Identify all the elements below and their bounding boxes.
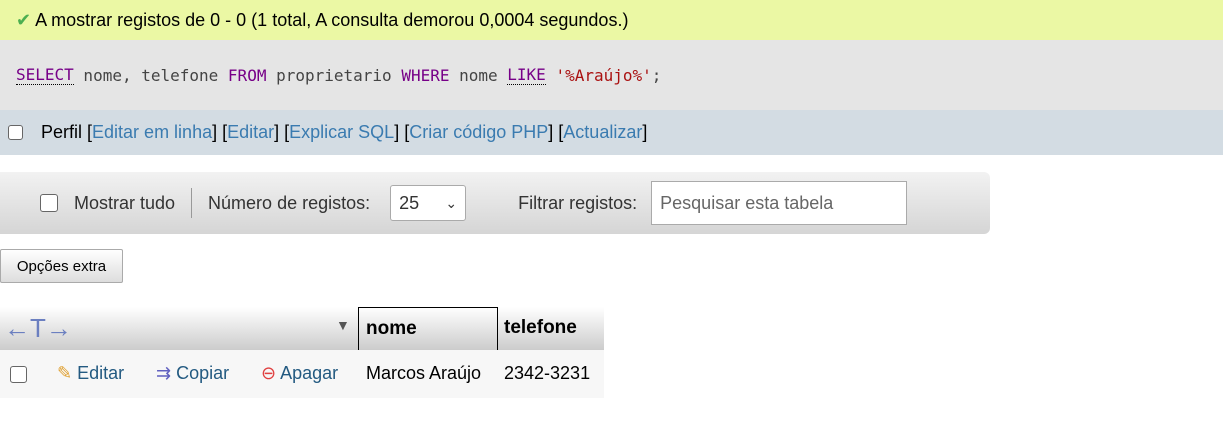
filter-placeholder: Pesquisar esta tabela bbox=[660, 192, 834, 213]
sql-keyword[interactable]: LIKE bbox=[507, 65, 546, 85]
sql-keyword: FROM bbox=[227, 65, 267, 85]
edit-link[interactable]: Editar bbox=[227, 122, 274, 143]
row-checkbox[interactable] bbox=[10, 366, 27, 383]
rows-per-page-select[interactable]: 25 ⌄ bbox=[390, 185, 467, 221]
filter-label: Filtrar registos: bbox=[518, 192, 638, 213]
sql-text: nome, telefone bbox=[73, 65, 228, 85]
rows-value: 25 bbox=[399, 192, 420, 213]
copy-icon: ⇉ bbox=[156, 363, 172, 383]
perfil-checkbox[interactable] bbox=[8, 125, 23, 140]
pencil-icon: ✎ bbox=[57, 363, 73, 383]
sql-text: proprietario bbox=[266, 65, 402, 85]
delete-row-link[interactable]: ⊖ Apagar bbox=[261, 363, 338, 384]
divider bbox=[191, 188, 193, 218]
copy-label: Copiar bbox=[176, 363, 230, 383]
delete-icon: ⊖ bbox=[261, 363, 277, 383]
sql-text: ; bbox=[651, 65, 662, 85]
column-header-telefone[interactable]: telefone bbox=[504, 317, 577, 339]
sql-keyword[interactable]: SELECT bbox=[16, 65, 74, 85]
edit-label: Editar bbox=[77, 363, 125, 383]
query-options-bar: Perfil [ Editar em linha ] [ Editar ] [ … bbox=[0, 110, 1223, 155]
edit-inline-link[interactable]: Editar em linha bbox=[92, 122, 212, 143]
table-header: ←T→ ▼ nome telefone bbox=[0, 307, 604, 398]
sql-keyword: WHERE bbox=[401, 65, 450, 85]
cell-telefone: 2342-3231 bbox=[504, 363, 591, 383]
column-resize-icon[interactable]: ←T→ bbox=[4, 313, 72, 344]
table-row: ✎ Editar ⇉ Copiar ⊖ Apagar Marcos Araújo… bbox=[0, 350, 604, 398]
create-php-link[interactable]: Criar código PHP bbox=[409, 122, 548, 143]
copy-row-link[interactable]: ⇉ Copiar bbox=[156, 363, 229, 384]
refresh-link[interactable]: Actualizar bbox=[563, 122, 642, 143]
check-icon: ✔ bbox=[16, 9, 32, 30]
rows-label: Número de registos: bbox=[208, 192, 371, 213]
extra-options-button[interactable]: Opções extra bbox=[0, 249, 123, 283]
sql-text: nome bbox=[449, 65, 508, 85]
show-all-label: Mostrar tudo bbox=[74, 192, 176, 213]
column-label: nome bbox=[366, 318, 417, 339]
sql-query: SELECT nome, telefone FROM proprietario … bbox=[0, 40, 1223, 110]
success-message: ✔ A mostrar registos de 0 - 0 (1 total, … bbox=[0, 0, 1223, 40]
chevron-down-icon: ⌄ bbox=[445, 194, 458, 211]
explain-sql-link[interactable]: Explicar SQL bbox=[289, 122, 394, 143]
success-text: A mostrar registos de 0 - 0 (1 total, A … bbox=[35, 9, 629, 30]
sort-triangle-icon[interactable]: ▼ bbox=[336, 317, 350, 333]
show-all-checkbox[interactable] bbox=[40, 194, 58, 212]
sql-string: '%Araújo%' bbox=[555, 65, 652, 85]
perfil-label: Perfil bbox=[41, 122, 83, 142]
edit-row-link[interactable]: ✎ Editar bbox=[57, 363, 124, 384]
delete-label: Apagar bbox=[280, 363, 339, 383]
filter-input[interactable]: Pesquisar esta tabela bbox=[651, 181, 908, 225]
navigation-bar: Mostrar tudo Número de registos: 25 ⌄ Fil… bbox=[0, 172, 990, 234]
cell-nome: Marcos Araújo bbox=[366, 363, 482, 383]
